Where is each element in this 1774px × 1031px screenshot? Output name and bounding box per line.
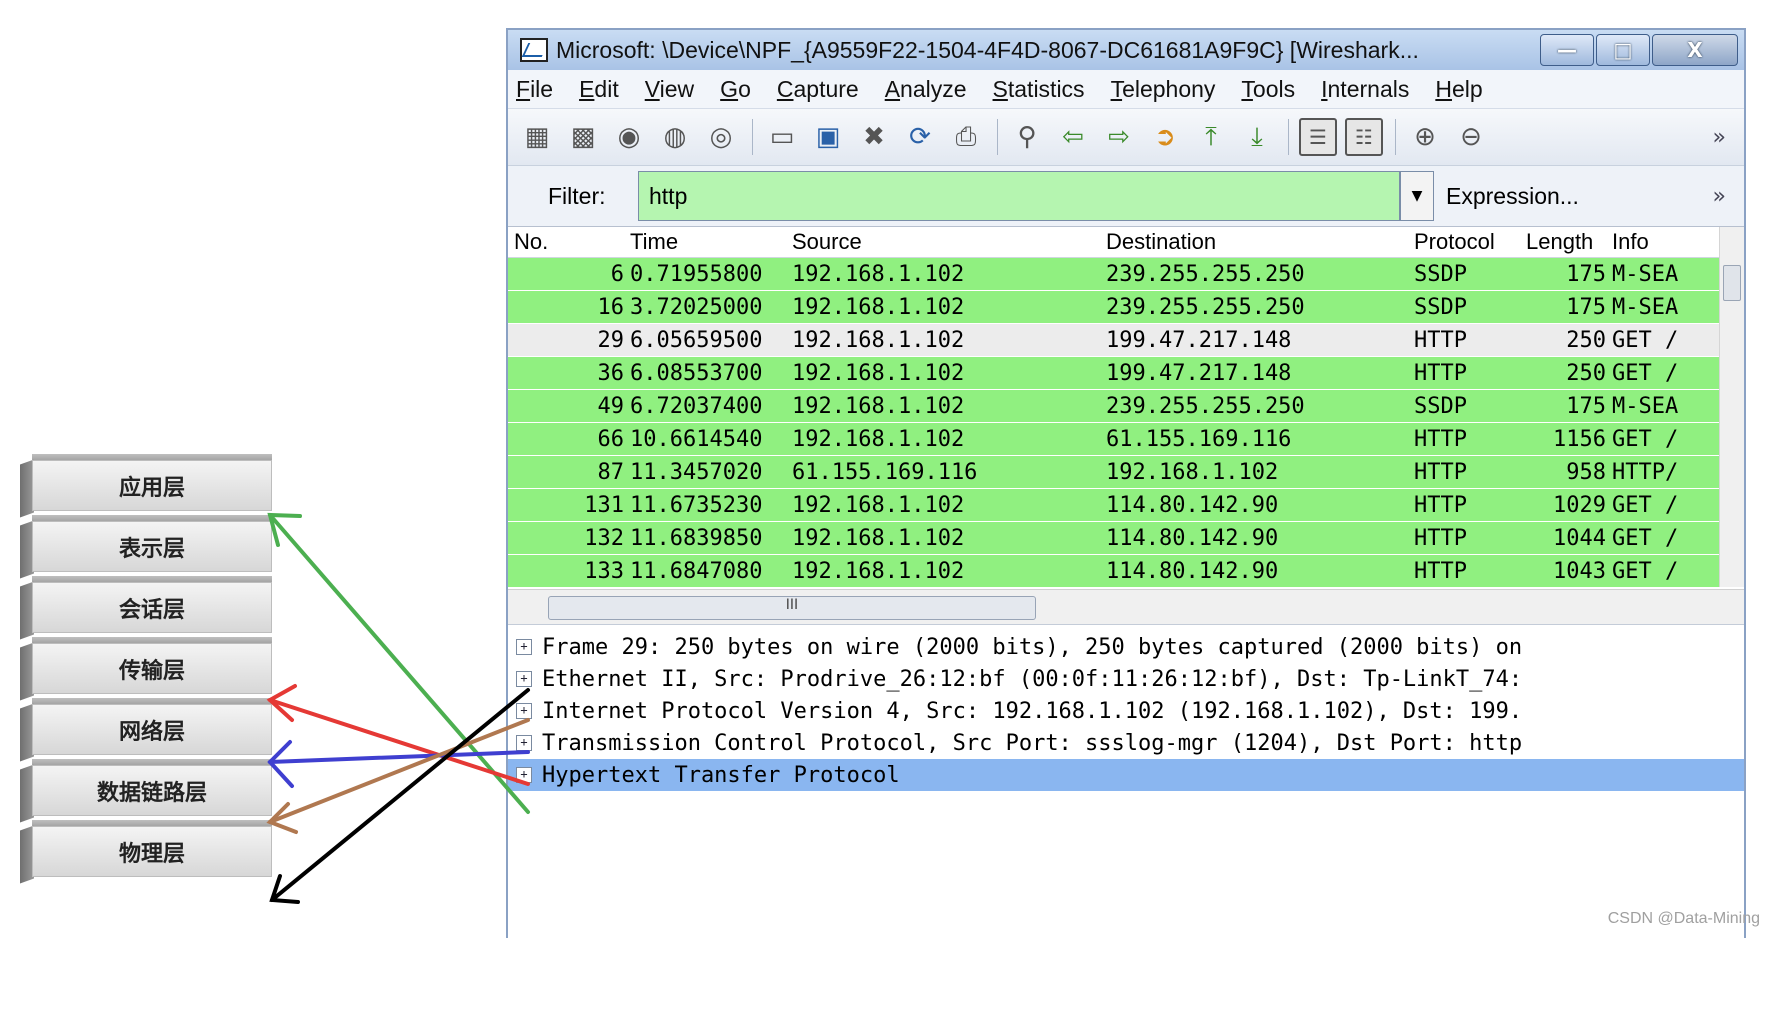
- arrow-http-to-application: [267, 512, 530, 814]
- layer-mapping-arrows: [266, 512, 530, 904]
- arrow-ip-to-network: [267, 740, 530, 788]
- watermark: CSDN @Data-Mining: [1607, 910, 1760, 927]
- arrow-ethernet-to-datalink: [266, 718, 530, 834]
- arrow-frame-to-physical: [269, 688, 530, 904]
